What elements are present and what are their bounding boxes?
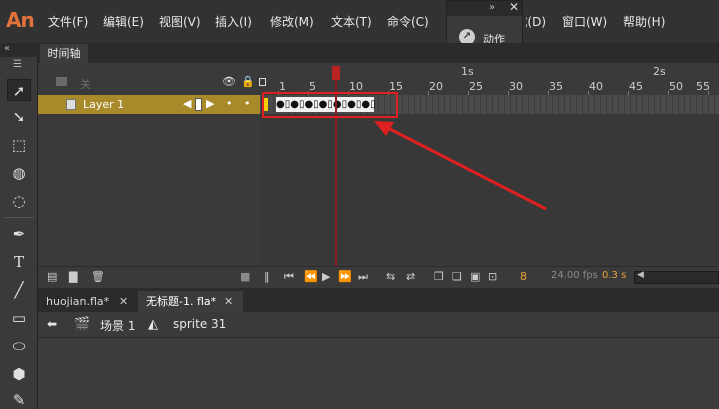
stage-area[interactable] bbox=[38, 338, 719, 409]
tools-panel: ☰ ➚ ➘ ⬚ ◍ ◌ ✒ T ╱ ▭ ⬭ ⬢ ✎ bbox=[0, 57, 38, 409]
layer-prev-keyframe-icon[interactable]: ◀ bbox=[183, 97, 191, 110]
onion-outline-icon[interactable]: ❏ bbox=[452, 270, 462, 283]
layer-folder-icon bbox=[56, 77, 67, 86]
timeline-scrollbar[interactable]: ◀ bbox=[634, 270, 719, 284]
first-frame-icon[interactable]: ⏮ bbox=[284, 270, 294, 284]
polystar-tool-icon[interactable]: ⬢ bbox=[7, 363, 31, 385]
back-arrow-icon[interactable]: ⬅ bbox=[47, 317, 57, 331]
pen-tool-icon[interactable]: ✒ bbox=[7, 223, 31, 245]
menu-modify[interactable]: 修改(M) bbox=[270, 13, 314, 30]
lasso-tool-icon[interactable]: ◌ bbox=[7, 190, 31, 212]
menu-insert[interactable]: 插入(I) bbox=[215, 13, 252, 30]
tab-document-huojian[interactable]: huojian.fla* ✕ bbox=[38, 291, 131, 312]
layer-page-icon bbox=[66, 99, 76, 110]
scroll-left-icon[interactable]: ◀ bbox=[637, 270, 644, 280]
tool-divider bbox=[4, 217, 34, 218]
layer-keyframe-icon[interactable] bbox=[195, 98, 202, 111]
step-back-icon[interactable]: ⏪ bbox=[304, 270, 318, 283]
symbol-icon: ◭ bbox=[148, 317, 158, 332]
text-tool-icon[interactable]: T bbox=[7, 251, 31, 273]
breadcrumb-scene[interactable]: 场景 1 bbox=[100, 317, 135, 334]
new-layer-icon[interactable]: ▤ bbox=[47, 270, 57, 283]
ruler-frame-label: 40 bbox=[589, 80, 603, 93]
edit-multiple-icon[interactable]: ▣ bbox=[470, 270, 480, 283]
edit-bar: ⬅ 🎬 场景 1 ◭ sprite 31 bbox=[38, 312, 719, 338]
ruler-frame-label: 20 bbox=[429, 80, 443, 93]
timeline-tab-row: 时间轴 bbox=[38, 43, 719, 63]
close-icon[interactable]: ✕ bbox=[224, 291, 233, 312]
play-icon[interactable]: ▶ bbox=[322, 270, 330, 283]
menu-file[interactable]: 文件(F) bbox=[48, 13, 88, 30]
layer-row[interactable]: Layer 1 ◀ ▶ • • bbox=[38, 95, 260, 114]
pencil-tool-icon[interactable]: ✎ bbox=[7, 389, 31, 409]
document-tabs: huojian.fla* ✕ 无标题-1. fla* ✕ bbox=[38, 288, 719, 312]
scene-clapper-icon: 🎬 bbox=[74, 317, 91, 332]
ruler-frame-label: 45 bbox=[629, 80, 643, 93]
annotation-arrow bbox=[374, 121, 547, 211]
onion-skin-icon[interactable]: ❐ bbox=[434, 270, 444, 283]
center-frame-icon[interactable]: ⇄ bbox=[406, 270, 415, 283]
layer-header-label: 关 bbox=[80, 78, 91, 91]
3d-rotation-tool-icon[interactable]: ◍ bbox=[7, 162, 31, 184]
rectangle-tool-icon[interactable]: ▭ bbox=[7, 307, 31, 329]
annotation-highlight-box bbox=[262, 92, 398, 118]
tab-timeline[interactable]: 时间轴 bbox=[40, 44, 88, 63]
tab-label: 无标题-1. fla* bbox=[146, 295, 217, 308]
line-tool-icon[interactable]: ╱ bbox=[7, 279, 31, 301]
expand-arrows-icon[interactable]: » bbox=[489, 2, 495, 13]
onion-markers-icon[interactable]: ⊡ bbox=[488, 270, 497, 283]
tab-label: huojian.fla* bbox=[46, 295, 110, 308]
camera-icon[interactable]: ■ bbox=[240, 270, 250, 283]
collapse-arrows-icon[interactable]: « bbox=[4, 43, 10, 54]
breadcrumb-symbol[interactable]: sprite 31 bbox=[173, 317, 226, 331]
ruler-frame-label: 30 bbox=[509, 80, 523, 93]
ruler-second-label: 1s bbox=[461, 65, 474, 78]
menu-commands[interactable]: 命令(C) bbox=[387, 13, 429, 30]
free-transform-tool-icon[interactable]: ⬚ bbox=[7, 134, 31, 156]
menu-edit[interactable]: 编辑(E) bbox=[103, 13, 144, 30]
frame-rate[interactable]: 24.00 fps bbox=[551, 270, 598, 281]
timeline-header: 关 👁 🔒 1s 2s 1 5 10 15 20 25 30 35 40 45 … bbox=[38, 63, 719, 95]
lock-icon[interactable]: 🔒 bbox=[241, 75, 255, 88]
layers-empty-area bbox=[38, 114, 260, 266]
selection-tool-icon[interactable]: ➚ bbox=[7, 79, 31, 101]
layer-next-keyframe-icon[interactable]: ▶ bbox=[206, 97, 214, 110]
close-icon[interactable]: ✕ bbox=[509, 0, 519, 14]
close-icon[interactable]: ✕ bbox=[119, 291, 128, 312]
app-logo: An bbox=[6, 8, 35, 32]
ruler-second-label: 2s bbox=[653, 65, 666, 78]
oval-tool-icon[interactable]: ⬭ bbox=[7, 335, 31, 357]
menu-view[interactable]: 视图(V) bbox=[159, 13, 201, 30]
new-folder-icon[interactable]: ▇ bbox=[69, 270, 77, 283]
eye-icon[interactable]: 👁 bbox=[222, 75, 236, 88]
ruler-frame-label: 50 bbox=[669, 80, 683, 93]
step-forward-icon[interactable]: ⏩ bbox=[338, 270, 352, 283]
layer-visibility-dot-icon[interactable]: • bbox=[226, 97, 233, 110]
layer-lock-dot-icon[interactable]: • bbox=[244, 97, 251, 110]
menu-window[interactable]: 窗口(W) bbox=[562, 13, 607, 30]
menu-text[interactable]: 文本(T) bbox=[331, 13, 372, 30]
timeline-controls: ▤ ▇ 🗑 ■ ‖ ⏮ ⏪ ▶ ⏩ ⏭ ⇆ ⇄ ❐ ❏ ▣ ⊡ 8 24.00 … bbox=[38, 266, 719, 288]
panel-menu-icon[interactable]: ☰ bbox=[13, 59, 22, 70]
tab-document-untitled[interactable]: 无标题-1. fla* ✕ bbox=[138, 291, 243, 312]
actions-panel-titlebar[interactable]: » ✕ bbox=[447, 0, 522, 16]
pause-divider-icon: ‖ bbox=[264, 270, 270, 283]
menu-bar: An 文件(F) 编辑(E) 视图(V) 插入(I) 修改(M) 文本(T) 命… bbox=[0, 0, 719, 43]
delete-icon[interactable]: 🗑 bbox=[91, 270, 105, 283]
subselection-tool-icon[interactable]: ➘ bbox=[7, 106, 31, 128]
elapsed-time[interactable]: 0.3 s bbox=[602, 270, 626, 281]
menu-help[interactable]: 帮助(H) bbox=[623, 13, 665, 30]
layer-name[interactable]: Layer 1 bbox=[83, 98, 124, 111]
loop-icon[interactable]: ⇆ bbox=[386, 270, 395, 283]
ruler-frame-label: 25 bbox=[469, 80, 483, 93]
outline-icon[interactable] bbox=[259, 78, 266, 86]
last-frame-icon[interactable]: ⏭ bbox=[358, 270, 368, 284]
current-frame[interactable]: 8 bbox=[520, 270, 527, 283]
playhead[interactable] bbox=[332, 66, 340, 80]
menu-debug[interactable]: 调试(D) bbox=[526, 13, 546, 30]
ruler-frame-label: 35 bbox=[549, 80, 563, 93]
